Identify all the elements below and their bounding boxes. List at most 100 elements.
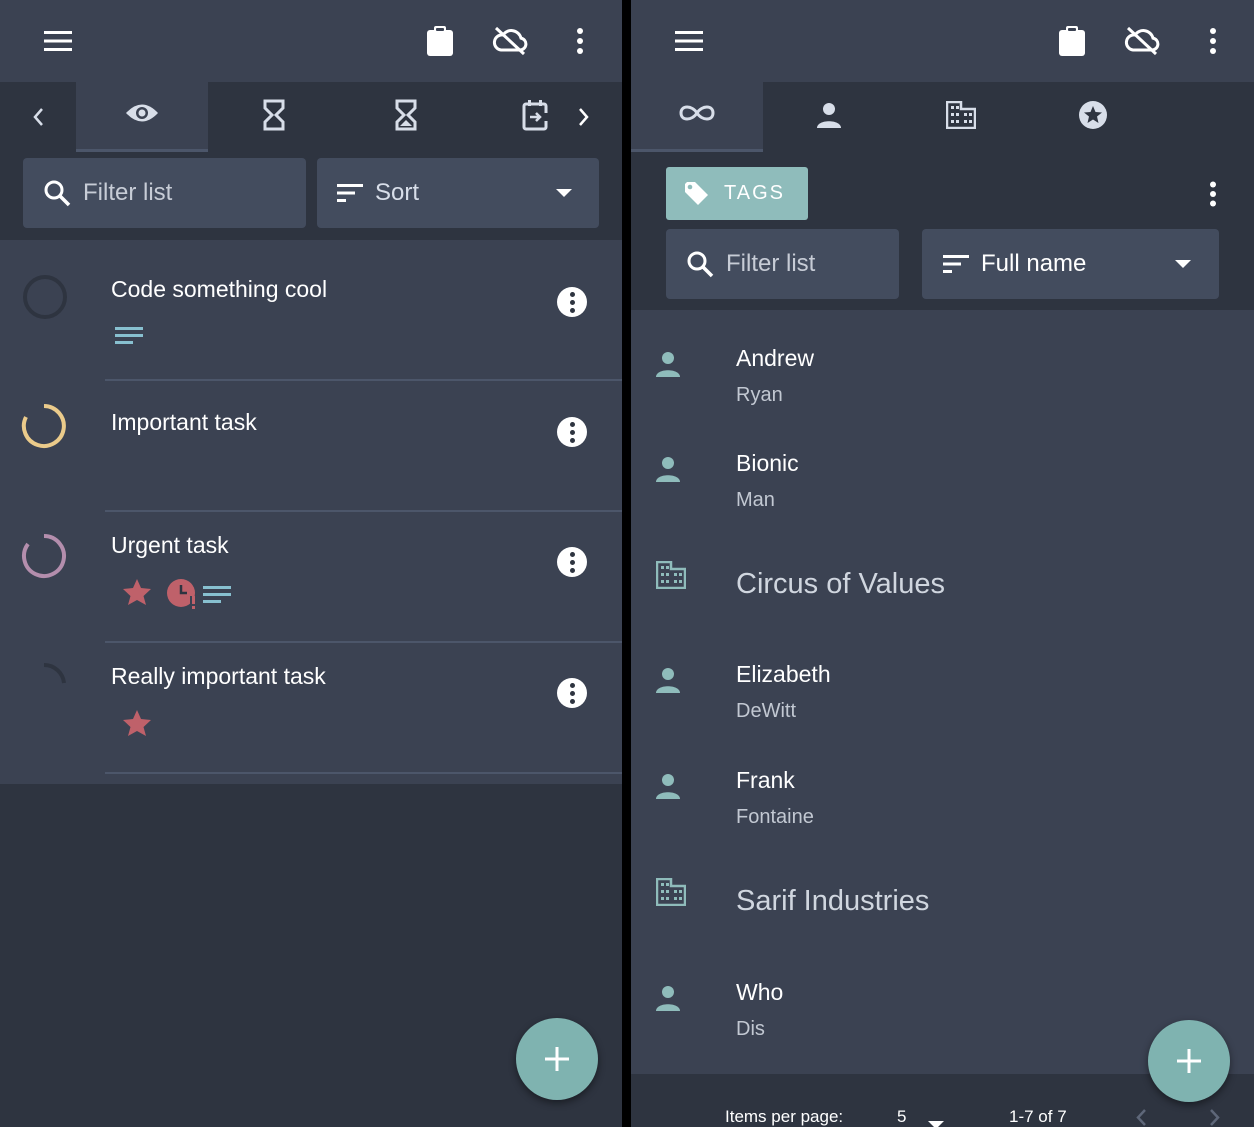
business-icon (655, 560, 687, 594)
chevron-right-icon[interactable] (570, 82, 598, 152)
dropdown-arrow-icon (1175, 260, 1191, 268)
task-progress-ring[interactable] (21, 273, 69, 326)
task-item[interactable]: Urgent task (0, 512, 622, 643)
contact-item[interactable]: Elizabeth DeWitt (631, 649, 1254, 755)
task-item[interactable]: Code something cool (0, 250, 622, 381)
star-icon (122, 709, 152, 742)
hourglass-empty-icon (263, 99, 285, 136)
search-icon (686, 250, 714, 278)
task-item[interactable]: Really important task (0, 643, 622, 774)
task-filter-field[interactable] (23, 158, 306, 228)
cloud-off-icon[interactable] (1122, 20, 1162, 62)
sort-icon (943, 254, 969, 274)
task-progress-ring[interactable] (20, 532, 68, 585)
menu-icon[interactable] (38, 20, 78, 62)
contacts-toolbar (631, 0, 1254, 82)
tab-favorites[interactable] (1027, 82, 1159, 152)
sort-label: Full name (981, 250, 1087, 277)
contact-filter-input[interactable] (726, 250, 886, 278)
tags-button[interactable]: TAGS (666, 167, 808, 220)
contact-first-name: Bionic (736, 450, 799, 476)
contact-last-name: Dis (736, 1018, 765, 1040)
contacts-tabbar (631, 82, 1254, 152)
divider (105, 772, 622, 774)
contact-last-name: Man (736, 489, 775, 511)
overdue-clock-icon (166, 578, 198, 615)
sort-label: Sort (375, 179, 420, 206)
tab-organizations[interactable] (895, 82, 1027, 152)
task-title: Really important task (111, 663, 326, 689)
dropdown-arrow-icon[interactable] (928, 1114, 944, 1127)
person-icon (655, 773, 681, 804)
business-icon (655, 877, 687, 911)
contact-first-name: Who (736, 979, 784, 1005)
tasks-pane: Sort Code something cool Important task (0, 0, 622, 1127)
person-icon (655, 351, 681, 382)
tab-visible[interactable] (76, 82, 208, 152)
range-label: 1-7 of 7 (1009, 1107, 1067, 1126)
task-filter-input[interactable] (83, 179, 263, 207)
tab-in-progress[interactable] (340, 82, 472, 152)
star-circle-icon (1078, 100, 1108, 135)
organization-name: Circus of Values (736, 568, 945, 600)
items-per-page-label: Items per page: (725, 1107, 844, 1126)
add-icon (1176, 1048, 1202, 1074)
task-title: Important task (111, 409, 257, 435)
search-icon (43, 179, 71, 207)
contact-item[interactable]: Frank Fontaine (631, 755, 1254, 861)
more-vert-icon[interactable] (560, 20, 600, 62)
notes-icon (203, 586, 231, 609)
organization-item[interactable]: Sarif Industries (631, 861, 1254, 967)
task-title: Code something cool (111, 276, 328, 302)
task-progress-ring[interactable] (20, 661, 68, 714)
tasks-filter-bar: Sort (0, 152, 622, 240)
tasks-toolbar (0, 0, 622, 82)
task-more-button[interactable] (557, 547, 587, 577)
more-vert-icon[interactable] (1193, 20, 1233, 62)
contact-last-name: Ryan (736, 384, 783, 406)
all-loop-icon (678, 103, 716, 128)
contacts-filter-bar: TAGS Full name (631, 152, 1254, 310)
contact-sort-select[interactable]: Full name (922, 229, 1219, 299)
previous-page-icon[interactable] (1135, 1108, 1147, 1127)
tasks-tabbar (0, 82, 622, 152)
task-more-button[interactable] (557, 678, 587, 708)
contact-item[interactable]: Andrew Ryan (631, 332, 1254, 438)
task-title: Urgent task (111, 532, 229, 558)
tab-all[interactable] (631, 82, 763, 152)
contact-filter-field[interactable] (666, 229, 899, 299)
filter-more-icon[interactable] (1209, 181, 1217, 212)
cloud-off-icon[interactable] (490, 20, 530, 62)
add-task-button[interactable] (516, 1018, 598, 1100)
task-sort-select[interactable]: Sort (317, 158, 599, 228)
clipboard-icon[interactable] (1052, 20, 1092, 62)
person-icon (655, 985, 681, 1016)
clipboard-icon[interactable] (420, 20, 460, 62)
task-item[interactable]: Important task (0, 381, 622, 512)
eye-icon (125, 102, 159, 129)
contact-first-name: Andrew (736, 345, 814, 371)
tab-people[interactable] (763, 82, 895, 152)
tab-pending[interactable] (208, 82, 340, 152)
add-icon (544, 1046, 570, 1072)
contacts-pane: TAGS Full name Andrew Ryan (631, 0, 1254, 1127)
menu-icon[interactable] (669, 20, 709, 62)
task-more-button[interactable] (557, 287, 587, 317)
chevron-left-icon[interactable] (0, 82, 76, 152)
contact-first-name: Elizabeth (736, 661, 831, 687)
contact-last-name: Fontaine (736, 806, 814, 828)
dropdown-arrow-icon (556, 189, 572, 197)
person-icon (655, 667, 681, 698)
items-per-page-select[interactable]: 5 (897, 1107, 906, 1127)
add-contact-button[interactable] (1148, 1020, 1230, 1102)
next-page-icon[interactable] (1209, 1108, 1221, 1127)
sort-icon (337, 183, 363, 203)
contact-item[interactable]: Bionic Man (631, 438, 1254, 544)
organization-name: Sarif Industries (736, 885, 930, 917)
task-progress-ring[interactable] (20, 402, 68, 455)
calendar-export-icon (522, 99, 548, 136)
organization-item[interactable]: Circus of Values (631, 544, 1254, 650)
task-more-button[interactable] (557, 417, 587, 447)
contact-first-name: Frank (736, 767, 795, 793)
person-icon (816, 102, 842, 133)
